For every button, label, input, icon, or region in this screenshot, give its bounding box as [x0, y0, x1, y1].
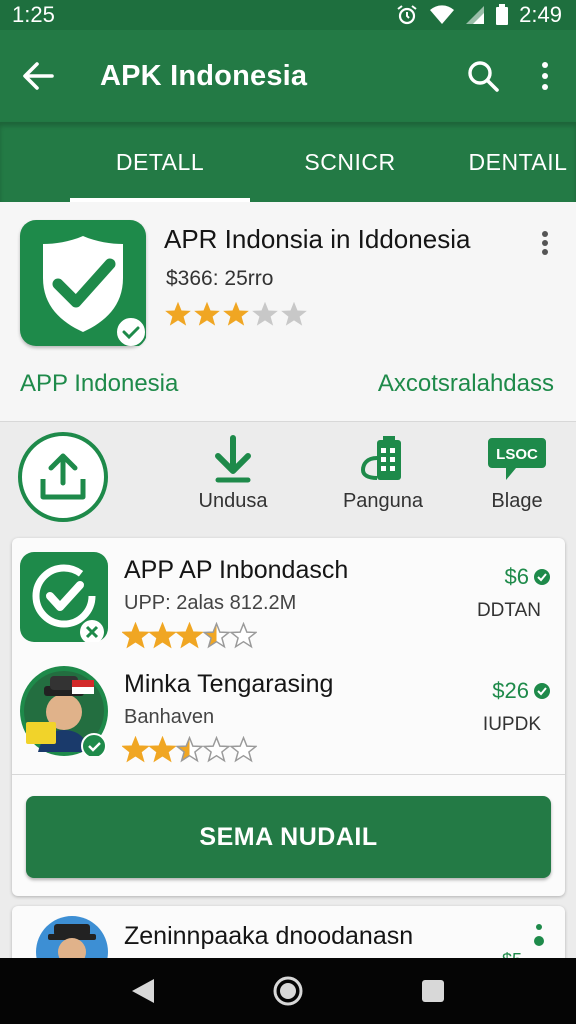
list-item-price: $26 — [492, 678, 551, 704]
star-icon — [230, 736, 257, 763]
refresh-check-icon — [32, 564, 104, 644]
developer-link[interactable]: APP Indonesia — [20, 370, 178, 398]
search-icon — [468, 61, 499, 92]
list-item-title: Minka Tengarasing — [124, 670, 334, 698]
more-button[interactable] — [534, 922, 544, 953]
app-icon — [20, 220, 147, 348]
star-icon — [230, 622, 257, 649]
avatar — [20, 666, 108, 759]
shield-check-icon — [43, 236, 147, 348]
tab-detall[interactable]: DETALL — [70, 122, 250, 202]
star-icon — [149, 736, 176, 763]
nav-back-icon — [131, 979, 154, 1003]
app-menu-button[interactable] — [530, 228, 560, 258]
app-bar: APK Indonesia — [0, 30, 576, 122]
star-icon — [281, 301, 307, 326]
more-vert-icon — [534, 924, 544, 946]
verified-check-icon — [534, 569, 550, 585]
download-label: Undusa — [198, 490, 268, 512]
nav-home-icon — [273, 976, 303, 1006]
upload-icon — [40, 453, 86, 500]
more-options-button[interactable] — [514, 30, 576, 122]
navigation-bar — [0, 958, 576, 1024]
more-vert-icon — [542, 231, 548, 255]
list-item[interactable]: Zeninnpaaka dnoodanasn $5 — [12, 906, 565, 966]
star-icon — [223, 301, 249, 326]
list-item-subtitle: UPP: 2alas 812.2M — [124, 592, 297, 614]
more-vert-icon — [542, 62, 548, 90]
building-icon — [360, 436, 401, 480]
star-icon — [203, 622, 230, 649]
primary-action-button[interactable]: SEMA NUDAIL — [26, 796, 551, 878]
person-avatar-icon — [24, 671, 107, 759]
list-item-price: $6 — [505, 564, 551, 590]
status-time-left: 1:25 — [12, 2, 55, 27]
search-button[interactable] — [452, 30, 514, 122]
tab-scnicr[interactable]: SCNICR — [290, 122, 410, 202]
status-time-right: 2:49 — [519, 2, 562, 27]
signal-icon — [466, 6, 485, 24]
back-arrow-icon — [23, 62, 54, 90]
back-button[interactable] — [0, 30, 76, 122]
star-icon — [122, 736, 149, 763]
app-icon — [20, 552, 108, 644]
nav-home-button[interactable] — [258, 961, 318, 1021]
wifi-icon — [430, 5, 455, 25]
alarm-icon — [397, 5, 417, 25]
chat-action[interactable]: LSOC Blage — [478, 434, 556, 513]
star-icon — [252, 301, 278, 326]
divider — [12, 774, 565, 775]
battery-icon — [496, 4, 509, 25]
rating-stars — [164, 300, 308, 328]
app-header: APR Indonsia in Iddonesia $366: 25rro AP… — [0, 202, 576, 422]
star-icon — [203, 736, 230, 763]
list-item[interactable]: Minka Tengarasing Banhaven $26 IUPDK — [12, 660, 565, 776]
status-bar: 1:25 2:49 — [0, 0, 576, 30]
upload-button[interactable] — [18, 432, 108, 522]
star-icon — [165, 301, 191, 326]
list-item-title: APP AP Inbondasch — [124, 556, 349, 584]
building-label: Panguna — [342, 490, 424, 512]
rating-stars — [122, 622, 257, 649]
app-list-card: APP AP Inbondasch UPP: 2alas 812.2M $6 D… — [12, 538, 565, 896]
star-icon — [149, 622, 176, 649]
list-item-subtitle: Banhaven — [124, 706, 215, 728]
star-icon — [194, 301, 220, 326]
download-icon — [215, 435, 251, 483]
building-action[interactable]: Panguna — [340, 434, 426, 513]
app-title-text: APR Indonsia in Iddonesia — [164, 224, 471, 254]
nav-recents-icon — [422, 980, 445, 1002]
star-icon — [176, 736, 203, 763]
action-row: Undusa Panguna LSOC Blage — [0, 422, 576, 534]
verified-check-icon — [534, 683, 550, 699]
nav-back-button[interactable] — [113, 961, 173, 1021]
nav-recents-button[interactable] — [403, 961, 463, 1021]
chat-bubble-text: LSOC — [496, 446, 538, 463]
tab-dentail[interactable]: DENTAIL — [460, 122, 576, 202]
price-text: $6 — [504, 564, 529, 589]
list-item-badge: DDTAN — [476, 600, 541, 621]
chat-label: Blage — [491, 490, 543, 512]
star-icon — [122, 622, 149, 649]
app-price: $366: 25rro — [166, 267, 274, 290]
list-item[interactable]: APP AP Inbondasch UPP: 2alas 812.2M $6 D… — [12, 546, 565, 662]
chat-bubble-icon: LSOC — [488, 438, 546, 480]
category-link[interactable]: Axcotsralahdass — [378, 370, 554, 398]
star-icon — [176, 622, 203, 649]
download-action[interactable]: Undusa — [190, 434, 276, 513]
list-item-title: Zeninnpaaka dnoodanasn — [124, 922, 414, 950]
status-icons: 2:49 — [395, 2, 562, 28]
list-item-badge: IUPDK — [482, 714, 541, 735]
app-title: APK Indonesia — [100, 59, 308, 92]
price-text: $26 — [492, 678, 529, 703]
rating-stars — [122, 736, 257, 763]
tab-bar: DETALL SCNICR DENTAIL — [0, 122, 576, 202]
